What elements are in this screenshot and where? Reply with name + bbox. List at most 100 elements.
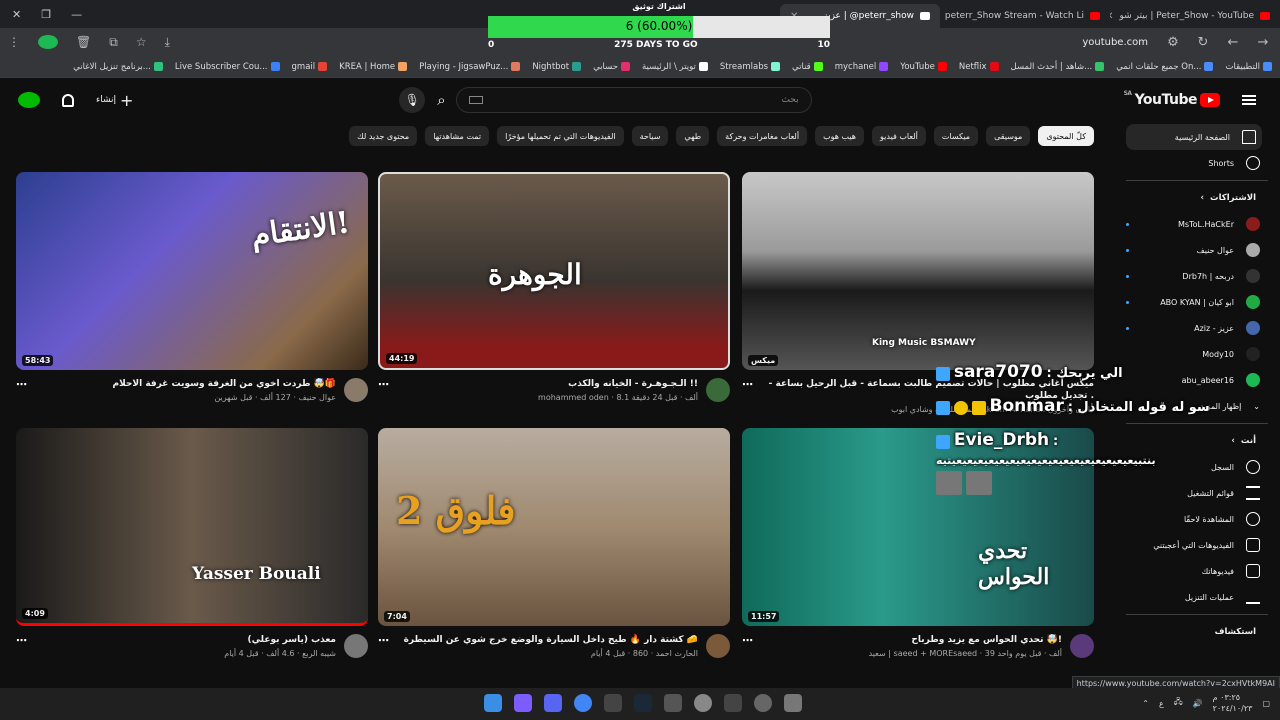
subscription-item[interactable]: Aziz - عزيز bbox=[1120, 315, 1280, 341]
settings-app-icon[interactable] bbox=[754, 694, 772, 712]
chip[interactable]: طهي bbox=[676, 126, 710, 146]
video-title[interactable]: طردت اخوي من الغرفة وسويت غرفة الاحلام 🤯… bbox=[35, 378, 336, 390]
xbox-icon[interactable] bbox=[664, 694, 682, 712]
sidebar-item-liked[interactable]: الفيديوهات التي أعجبتني bbox=[1120, 532, 1280, 558]
account-avatar[interactable] bbox=[18, 92, 40, 108]
video-title[interactable]: كشتة دار 🔥 طيح داخل السيارة والوضع خرج ش… bbox=[397, 634, 698, 646]
sidebar-item-shorts[interactable]: Shorts bbox=[1120, 150, 1280, 176]
tray-overflow-icon[interactable]: ⌃ bbox=[1142, 699, 1149, 708]
channel-name[interactable]: شيبه الربع bbox=[302, 649, 336, 658]
browser-tab[interactable]: peterr_Show Stream - Watch Li ✕ bbox=[940, 4, 1110, 28]
sidebar-item-home[interactable]: الصفحة الرئيسية bbox=[1126, 124, 1262, 150]
bookmark-item[interactable]: التطبيقات bbox=[1225, 62, 1272, 72]
channel-avatar[interactable] bbox=[1070, 634, 1094, 658]
windows-start-icon[interactable] bbox=[484, 694, 502, 712]
forward-icon[interactable]: ← bbox=[1224, 35, 1242, 50]
video-thumbnail[interactable]: الانتقام! 58:43 bbox=[16, 172, 368, 370]
video-card[interactable]: Yasser Bouali 4:09 معذب (ياسر بوعلي) شيب… bbox=[16, 428, 368, 658]
more-options-icon[interactable]: ⋯ bbox=[16, 634, 27, 658]
bookmark-item[interactable]: gmail bbox=[292, 62, 328, 72]
hamburger-menu-icon[interactable] bbox=[1242, 95, 1256, 105]
chip[interactable]: تمت مشاهدتها bbox=[425, 126, 490, 146]
channel-name[interactable]: عوال حنيف bbox=[298, 393, 336, 402]
sidebar-item-your-videos[interactable]: فيديوهاتك bbox=[1120, 558, 1280, 584]
video-card[interactable]: فلوق 2 7:04 كشتة دار 🔥 طيح داخل السيارة … bbox=[378, 428, 730, 658]
notepad-icon[interactable] bbox=[784, 694, 802, 712]
reload-icon[interactable]: ↻ bbox=[1194, 35, 1212, 50]
video-card[interactable]: الانتقام! 58:43 طردت اخوي من الغرفة وسوي… bbox=[16, 172, 368, 402]
video-title[interactable]: معذب (ياسر بوعلي) bbox=[35, 634, 336, 646]
more-options-icon[interactable]: ⋯ bbox=[742, 378, 753, 414]
keyboard-icon[interactable] bbox=[468, 96, 483, 104]
bookmark-item[interactable]: تويتر \ الرئيسية bbox=[642, 62, 708, 72]
language-indicator[interactable]: ع bbox=[1159, 699, 1164, 708]
microphone-icon[interactable]: 🎙 bbox=[399, 87, 426, 113]
chip[interactable]: الفيديوهات التي تم تحميلها مؤخرًا bbox=[497, 126, 624, 146]
install-icon[interactable]: ⤓ bbox=[165, 35, 170, 50]
steam-icon[interactable] bbox=[634, 694, 652, 712]
bookmark-item[interactable]: Netflix bbox=[959, 62, 999, 72]
subscription-item[interactable]: MsToL.HaCkEr bbox=[1120, 211, 1280, 237]
bookmark-item[interactable]: Nightbot bbox=[532, 62, 582, 72]
youtube-logo[interactable]: SA YouTube bbox=[1124, 90, 1220, 108]
obs-icon[interactable] bbox=[694, 694, 712, 712]
video-thumbnail[interactable]: الجوهرة 44:19 bbox=[378, 172, 730, 370]
subscription-item[interactable]: Drb7h | دربحه bbox=[1120, 263, 1280, 289]
chip[interactable]: محتوى جديد لك bbox=[349, 126, 418, 146]
chip[interactable]: هيب هوب bbox=[815, 126, 865, 146]
video-thumbnail[interactable]: King Music BSMAWY ميكس bbox=[742, 172, 1094, 370]
notifications-bell-icon[interactable] bbox=[62, 93, 74, 107]
close-tab-icon[interactable]: ✕ bbox=[1110, 11, 1114, 22]
restore-window-icon[interactable]: ❐ bbox=[41, 8, 51, 21]
bookmark-item[interactable]: Playing - JigsawPuz... bbox=[419, 62, 521, 72]
bookmark-item[interactable]: شاهد | أحدث المسل... bbox=[1011, 62, 1105, 72]
bookmark-item[interactable]: mychanel bbox=[835, 62, 889, 72]
bookmark-item[interactable]: حسابي bbox=[593, 62, 630, 72]
chip[interactable]: ميكسات bbox=[933, 126, 979, 146]
url-field[interactable]: youtube.com bbox=[1082, 37, 1148, 48]
volume-icon[interactable]: 🔊 bbox=[1193, 699, 1203, 708]
video-thumbnail[interactable]: فلوق 2 7:04 bbox=[378, 428, 730, 626]
search-icon[interactable]: ⌕ bbox=[437, 91, 445, 109]
more-options-icon[interactable]: ⋯ bbox=[378, 378, 389, 402]
sidebar-item-downloads[interactable]: عمليات التنزيل bbox=[1120, 584, 1280, 610]
bookmark-item[interactable]: Streamlabs bbox=[720, 62, 781, 72]
notification-icon[interactable]: ▢ bbox=[1262, 699, 1270, 708]
sidebar-subscriptions-header[interactable]: الاشتراكات ‹ bbox=[1120, 185, 1280, 211]
chip[interactable]: موسيقى bbox=[986, 126, 1031, 146]
more-options-icon[interactable]: ⋯ bbox=[742, 634, 753, 658]
channel-avatar[interactable] bbox=[344, 378, 368, 402]
chrome-icon[interactable] bbox=[574, 694, 592, 712]
video-title[interactable]: تحدي الحواس مع يزيد وطرباح 🤯! bbox=[761, 634, 1062, 646]
channel-avatar[interactable] bbox=[706, 634, 730, 658]
network-icon[interactable]: 🖧 bbox=[1174, 696, 1183, 710]
channel-avatar[interactable] bbox=[706, 378, 730, 402]
video-card[interactable]: الجوهرة 44:19 الـجـوهـرة - الخيانه والكذ… bbox=[378, 172, 730, 402]
minimize-window-icon[interactable]: — bbox=[71, 8, 82, 21]
create-button[interactable]: + إنشاء bbox=[96, 91, 133, 110]
menu-icon[interactable]: ⋮ bbox=[8, 35, 20, 49]
discord-icon[interactable] bbox=[544, 694, 562, 712]
channel-name[interactable]: سعيد | saeed + MOREsaeed bbox=[869, 649, 978, 658]
bookmark-item[interactable]: KREA | Home bbox=[339, 62, 408, 72]
app-grid-icon[interactable] bbox=[514, 694, 532, 712]
video-title[interactable]: الـجـوهـرة - الخيانه والكذب !! bbox=[397, 378, 698, 390]
close-window-icon[interactable]: ✕ bbox=[12, 8, 21, 21]
chip[interactable]: سياحة bbox=[631, 126, 669, 146]
video-thumbnail[interactable]: Yasser Bouali 4:09 bbox=[16, 428, 368, 626]
extensions-icon[interactable]: ⧉ bbox=[109, 35, 118, 50]
back-icon[interactable]: → bbox=[1254, 35, 1272, 50]
channel-name[interactable]: الحارث احمد bbox=[656, 649, 698, 658]
subscription-item[interactable]: عوال حنيف bbox=[1120, 237, 1280, 263]
channel-avatar[interactable] bbox=[344, 634, 368, 658]
chip-all[interactable]: كلّ المحتوى bbox=[1038, 126, 1094, 146]
channel-name[interactable]: mohammed oden bbox=[538, 393, 609, 402]
chip[interactable]: ألعاب فيديو bbox=[872, 126, 926, 146]
profile-avatar[interactable] bbox=[38, 35, 58, 49]
more-options-icon[interactable]: ⋯ bbox=[16, 378, 27, 402]
system-clock[interactable]: ٠٣:٢٥ م ٢٠٢٤/١٠/٢٣ bbox=[1213, 692, 1253, 714]
next-app-icon[interactable] bbox=[604, 694, 622, 712]
subscription-item[interactable]: ABO KYAN | ابو كيان bbox=[1120, 289, 1280, 315]
bookmark-item[interactable]: قناتي bbox=[792, 62, 823, 72]
tiktok-icon[interactable] bbox=[724, 694, 742, 712]
